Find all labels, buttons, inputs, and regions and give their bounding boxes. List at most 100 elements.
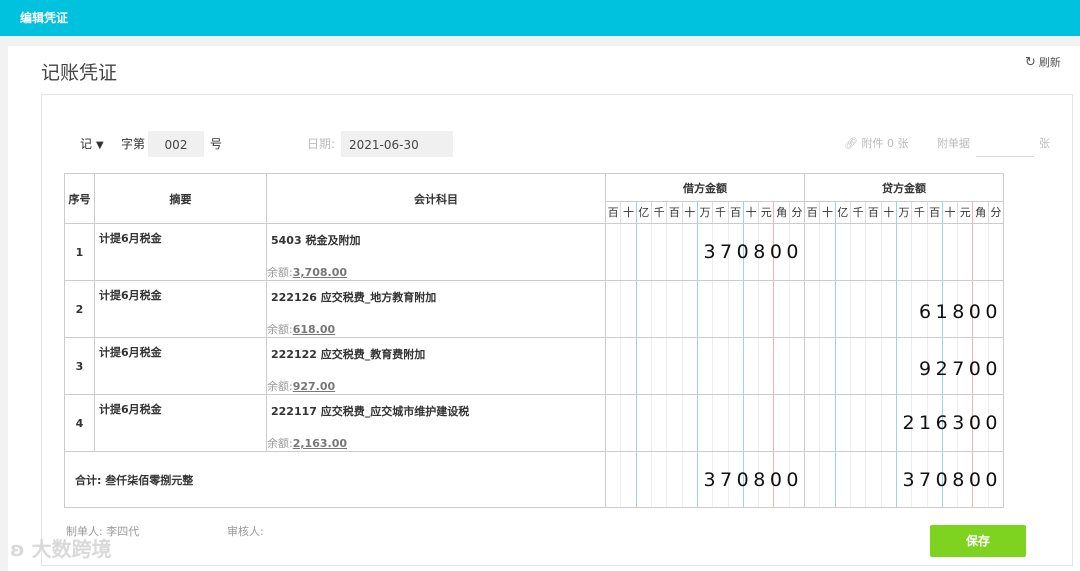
unit-label: 亿 [836,202,851,223]
chevron-down-icon: ▼ [96,140,104,151]
credit-amount: 61800 [919,301,1002,323]
header-account: 会计科目 [266,173,606,224]
page-title: 记账凭证 [41,62,118,84]
reviewer-label: 审核人: [227,525,264,538]
row-account[interactable]: 5403 税金及附加余额:3,708.00 [266,223,606,281]
row-seq: 1 [64,223,95,281]
row-credit[interactable]: 216300 [804,394,1004,452]
balance-label: 余额: [267,380,293,393]
refresh-button[interactable]: ↻ 刷新 [1025,54,1061,70]
row-seq: 2 [64,280,95,338]
attachment-button[interactable]: 🔗︎ 附件 0 张 [844,131,908,157]
unit-label: 角 [774,202,790,223]
save-button[interactable]: 保存 [930,525,1026,557]
unit-label: 十 [683,202,698,223]
watermark-text: 大数跨境 [31,537,112,561]
row-summary[interactable]: 计提6月税金 [94,223,267,281]
debit-amount: 370800 [703,241,803,263]
account-name: 5403 税金及附加 [271,234,361,247]
date-input[interactable]: 2021-06-30 [341,131,453,157]
number-suffix: 号 [210,137,223,151]
unit-label: 千 [713,202,729,223]
account-balance: 余额:618.00 [267,321,335,337]
row-credit[interactable]: 61800 [804,280,1004,338]
table-row: 1 计提6月税金 5403 税金及附加余额:3,708.00 370800 [64,223,1004,281]
account-name: 222117 应交税费_应交城市维护建设税 [271,405,470,418]
window-title-bar: 编辑凭证 [0,0,1080,36]
unit-label: 亿 [637,202,652,223]
balance-value: 2,163.00 [292,437,347,450]
balance-value: 3,708.00 [292,266,347,279]
table-row: 2 计提6月税金 222126 应交税费_地方教育附加余额:618.00 618… [64,280,1004,338]
row-debit[interactable] [605,280,805,338]
date-label: 日期: [307,137,336,151]
row-summary[interactable]: 计提6月税金 [94,337,267,395]
account-name: 222126 应交税费_地方教育附加 [271,291,437,304]
voucher-card: 记 ▼ 字第 002 号 日期: 2021-06-30 🔗︎ 附件 0 张 附单据… [41,94,1073,566]
unit-label: 元 [759,202,775,223]
unit-label: 角 [973,202,989,223]
unit-label: 百 [667,202,683,223]
balance-value: 618.00 [292,323,336,336]
voucher-type-value: 记 [80,137,93,151]
row-seq: 3 [64,337,95,395]
credit-amount: 92700 [919,358,1002,380]
watermark-logo: ʚ 大数跨境 [10,537,112,561]
unit-label: 百 [866,202,882,223]
total-in-words: 叁仟柒佰零捌元整 [105,473,194,487]
total-label: 合计: [75,473,102,487]
row-credit[interactable]: 92700 [804,337,1004,395]
refresh-label: 刷新 [1038,56,1061,69]
header-summary: 摘要 [94,173,267,224]
row-debit[interactable]: 370800 [605,223,805,281]
attachment-label: 附件 0 张 [861,137,909,150]
main-panel: 记账凭证 ↻ 刷新 记 ▼ 字第 002 号 日期: 2021-06-30 🔗︎ 附… [8,46,1080,571]
voucher-table: 序号 摘要 会计科目 借方金额 贷方金额 百十亿千百十万千百十元角分 百十亿千百… [64,173,1004,508]
table-row: 3 计提6月税金 222122 应交税费_教育费附加余额:927.00 9270… [64,337,1004,395]
unit-label: 百 [805,202,821,223]
row-summary[interactable]: 计提6月税金 [94,394,267,452]
total-credit: 370800 [804,451,1004,508]
receipts-count-input[interactable] [976,131,1034,157]
row-summary[interactable]: 计提6月税金 [94,280,267,338]
account-name: 222122 应交税费_教育费附加 [271,348,426,361]
row-debit[interactable] [605,394,805,452]
unit-label: 千 [851,202,867,223]
refresh-icon: ↻ [1025,55,1036,70]
row-account[interactable]: 222126 应交税费_地方教育附加余额:618.00 [266,280,606,338]
credit-digit-units: 百十亿千百十万千百十元角分 [804,201,1004,224]
account-balance: 余额:3,708.00 [267,264,347,280]
header-debit: 借方金额 [605,173,805,202]
row-account[interactable]: 222117 应交税费_应交城市维护建设税余额:2,163.00 [266,394,606,452]
row-seq: 4 [64,394,95,452]
table-row: 4 计提6月税金 222117 应交税费_应交城市维护建设税余额:2,163.0… [64,394,1004,452]
unit-label: 元 [958,202,974,223]
unit-label: 百 [606,202,622,223]
receipts-label: 附单据 [937,137,970,150]
unit-label: 十 [744,202,760,223]
unit-label: 十 [820,202,836,223]
total-debit-amount: 370800 [703,469,803,491]
balance-label: 余额: [267,266,293,279]
debit-digit-units: 百十亿千百十万千百十元角分 [605,201,805,224]
unit-label: 千 [912,202,928,223]
unit-label: 万 [698,202,714,223]
unit-label: 万 [897,202,913,223]
window-title: 编辑凭证 [20,11,69,25]
balance-label: 余额: [267,437,293,450]
paperclip-icon: 🔗︎ [844,137,858,150]
voucher-number-input[interactable]: 002 [148,131,204,157]
unit-label: 百 [729,202,744,223]
row-account[interactable]: 222122 应交税费_教育费附加余额:927.00 [266,337,606,395]
word-label: 字第 [121,137,146,151]
row-credit[interactable] [804,223,1004,281]
unit-label: 千 [652,202,668,223]
receipts-unit: 张 [1039,137,1050,150]
total-row: 合计: 叁仟柒佰零捌元整 370800 370800 [64,451,1004,508]
unit-label: 十 [943,202,959,223]
balance-value: 927.00 [292,380,336,393]
total-debit: 370800 [605,451,805,508]
row-debit[interactable] [605,337,805,395]
voucher-type-select[interactable]: 记 ▼ [80,131,104,157]
balance-label: 余额: [267,323,293,336]
